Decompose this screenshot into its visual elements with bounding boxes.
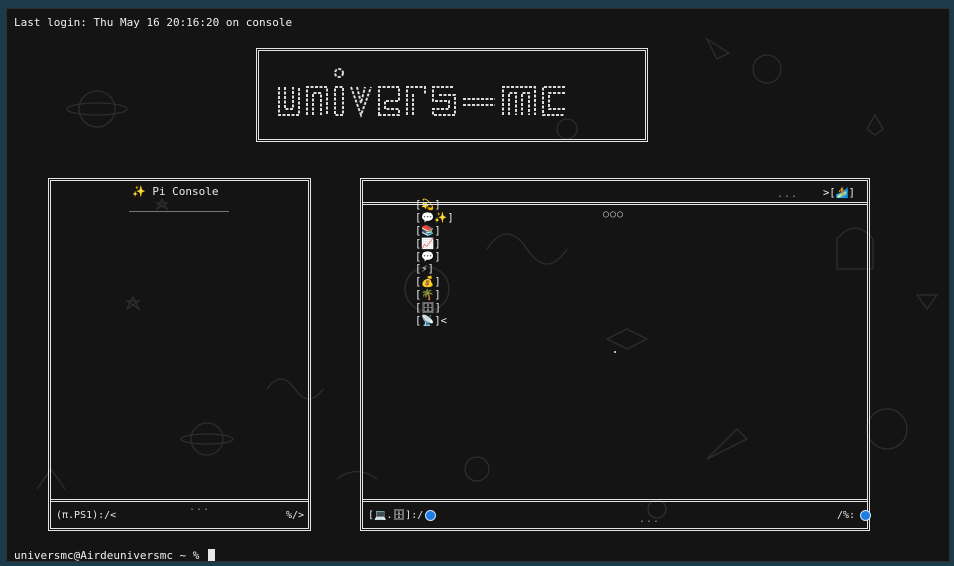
toolbar-item-chat-sparkle[interactable]: [💬✨]	[415, 212, 454, 224]
toolbar-item-chat[interactable]: [💬]	[415, 251, 441, 263]
main-footer-dots: ...	[639, 514, 661, 525]
pi-footer-dots: ...	[189, 502, 211, 513]
toolbar-item-lightning[interactable]: [⚡]	[415, 263, 434, 275]
toolbar-divider	[363, 202, 867, 205]
title-underline	[129, 211, 229, 212]
text-cursor	[208, 549, 216, 561]
toolbar-item-money[interactable]: [💰]	[415, 276, 441, 288]
toolbar-item-surfer[interactable]: >[🏄]	[823, 186, 855, 199]
pi-console-title: ✨ Pi Console	[127, 185, 224, 198]
toolbar-item-sparkle[interactable]: [💫]	[415, 199, 441, 211]
center-dot	[614, 351, 616, 353]
prompt-input-dot-right[interactable]	[860, 510, 871, 521]
window-bottom-dots: ...	[563, 555, 585, 562]
shell-prompt[interactable]: universmc@Airdeuniversmc ~ %	[14, 549, 216, 562]
pi-console-panel: ✨ Pi Console ... (π.PS1):/< %/>	[48, 178, 311, 531]
main-console-panel: [💫] [💬✨] [📚] [📈] [💬] [⚡] [💰] [🌴] [🗄] [📡]…	[360, 178, 871, 531]
toolbar-item-books[interactable]: [📚]	[415, 225, 441, 237]
main-prompt-end: /%:	[836, 510, 855, 521]
toolbar-item-chart[interactable]: [📈]	[415, 238, 441, 250]
toolbar-item-satellite[interactable]: [📡]<	[415, 315, 447, 327]
last-login-line: Last login: Thu May 16 20:16:20 on conso…	[14, 16, 293, 29]
toolbar: [💫] [💬✨] [📚] [📈] [💬] [⚡] [💰] [🌴] [🗄] [📡]…	[377, 186, 454, 339]
loading-indicator: ○○○	[603, 209, 625, 220]
shell-prompt-text: universmc@Airdeuniversmc ~ %	[14, 549, 207, 562]
pi-prompt-end: %/>	[285, 510, 304, 521]
toolbar-dots: ...	[777, 189, 799, 200]
prompt-input-dot-left[interactable]	[425, 510, 436, 521]
terminal-window: Last login: Thu May 16 20:16:20 on conso…	[6, 8, 950, 562]
toolbar-item-cabinet[interactable]: [🗄]	[415, 302, 441, 314]
main-prompt-path[interactable]: [💻.🗄]:/	[368, 510, 423, 521]
toolbar-item-palm[interactable]: [🌴]	[415, 289, 441, 301]
ascii-logo-frame: univers-mc	[256, 48, 648, 142]
footer-divider	[363, 499, 867, 502]
pi-prompt-path[interactable]: (π.PS1):/<	[56, 510, 116, 521]
ascii-logo: univers-mc	[278, 68, 565, 118]
footer-divider	[51, 499, 308, 502]
